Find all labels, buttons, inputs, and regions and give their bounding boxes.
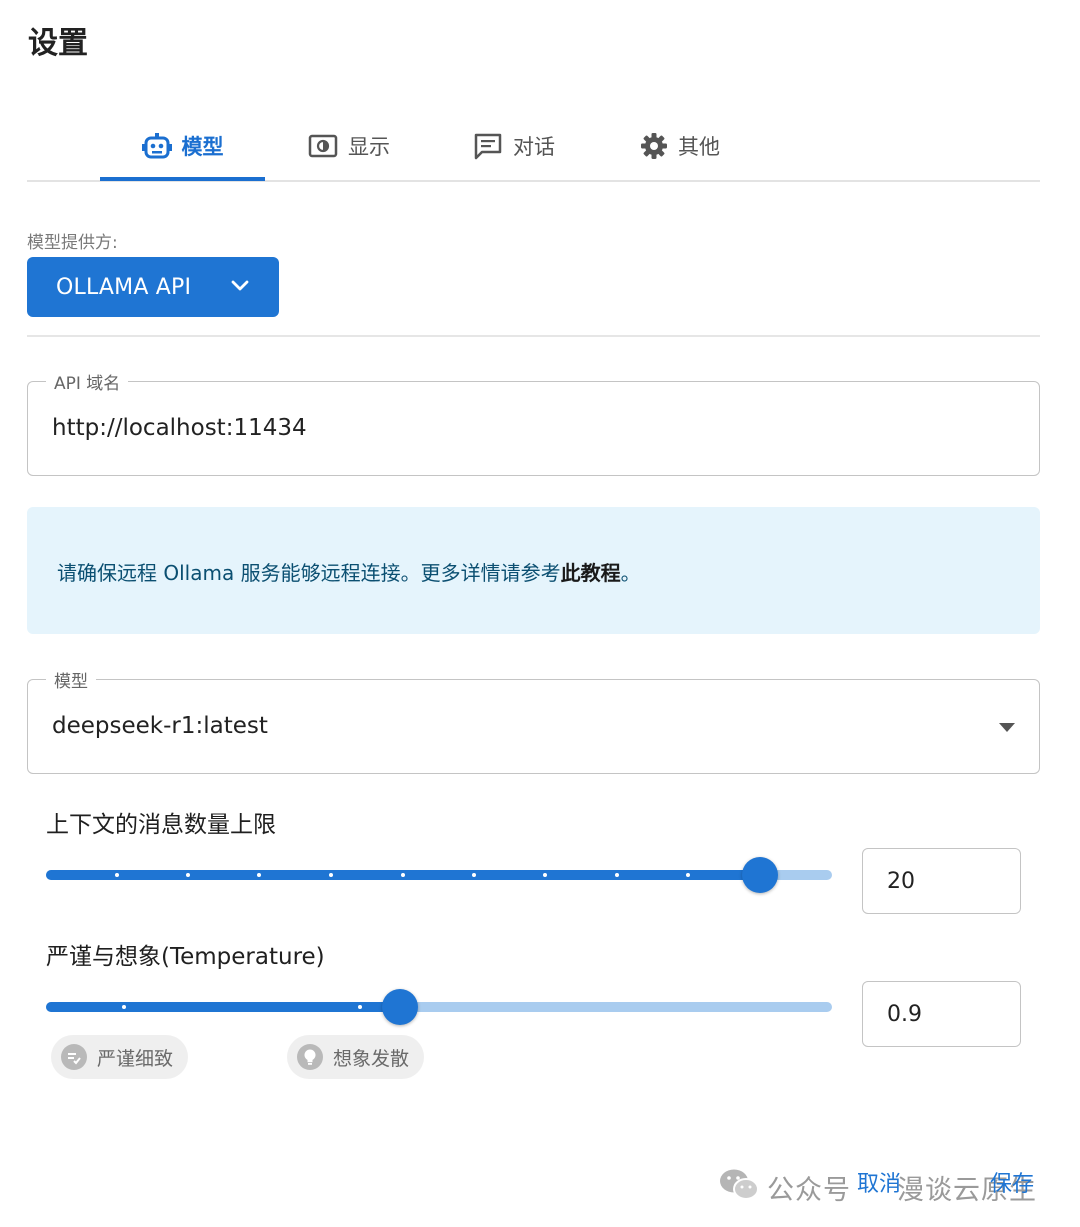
tab-chat-label: 对话 [513,135,555,159]
save-button[interactable]: 保存 [990,1166,1034,1198]
slider-thumb[interactable] [382,989,418,1025]
slider-mark [358,1005,362,1009]
slider-mark [115,873,119,877]
temperature-slider[interactable] [46,987,832,1027]
tab-model[interactable]: 模型 [100,114,265,178]
slider-mark [472,873,476,877]
slider-mark [329,873,333,877]
info-alert: 请确保远程 Ollama 服务能够远程连接。更多详情请参考此教程。 [27,507,1040,634]
info-text: 请确保远程 Ollama 服务能够远程连接。更多详情请参考 [57,561,561,585]
slider-mark [615,873,619,877]
api-domain-value: http://localhost:11434 [52,415,307,441]
active-tab-indicator [100,177,265,181]
context-limit-label: 上下文的消息数量上限 [46,812,276,838]
provider-value: OLLAMA API [56,274,192,300]
cancel-button[interactable]: 取消 [857,1166,901,1198]
tab-display[interactable]: 显示 [297,114,401,178]
dropdown-arrow-icon [999,723,1015,732]
info-message: 请确保远程 Ollama 服务能够远程连接。更多详情请参考此教程。 [57,557,641,586]
chip-imaginative-label: 想象发散 [333,1047,410,1070]
lightbulb-icon [297,1044,323,1070]
slider-mark [401,873,405,877]
check-list-icon [61,1044,87,1070]
api-domain-label: API 域名 [46,369,129,394]
model-label: 模型 [46,667,96,692]
temperature-input[interactable]: 0.9 [862,981,1021,1047]
gear-icon [641,133,667,159]
api-domain-input[interactable]: API 域名 http://localhost:11434 [27,369,1040,476]
section-divider [27,335,1040,337]
temperature-label: 严谨与想象(Temperature) [46,944,325,970]
temperature-value: 0.9 [887,1001,922,1027]
wechat-icon [720,1169,759,1200]
settings-tabs: 模型 显示 对话 其他 [27,100,1040,182]
slider-mark [186,873,190,877]
chevron-down-icon [231,280,249,291]
info-suffix: 。 [620,561,641,585]
tab-model-label: 模型 [181,135,224,159]
chip-rigorous-label: 严谨细致 [97,1047,174,1070]
slider-fill [46,1002,400,1012]
chat-icon [474,133,502,160]
context-limit-value: 20 [887,868,915,894]
model-value: deepseek-r1:latest [52,713,268,739]
tab-other-label: 其他 [678,135,720,159]
tutorial-link[interactable]: 此教程 [561,561,621,585]
robot-icon [141,133,172,159]
tab-other[interactable]: 其他 [628,114,732,178]
display-icon [308,134,338,158]
context-limit-slider[interactable] [46,855,832,895]
tab-display-label: 显示 [348,135,390,159]
chip-imaginative[interactable]: 想象发散 [287,1035,425,1079]
provider-label: 模型提供方: [27,233,118,253]
context-limit-input[interactable]: 20 [862,848,1021,914]
slider-mark [686,873,690,877]
tab-chat[interactable]: 对话 [462,114,566,178]
model-select[interactable]: 模型 deepseek-r1:latest [27,667,1040,774]
page-title: 设置 [28,26,88,61]
slider-thumb[interactable] [742,857,778,893]
slider-mark [257,873,261,877]
provider-select-button[interactable]: OLLAMA API [27,257,279,317]
slider-mark [543,873,547,877]
slider-mark [122,1005,126,1009]
watermark-prefix: 公众号 [767,1175,851,1206]
chip-rigorous[interactable]: 严谨细致 [51,1035,189,1079]
